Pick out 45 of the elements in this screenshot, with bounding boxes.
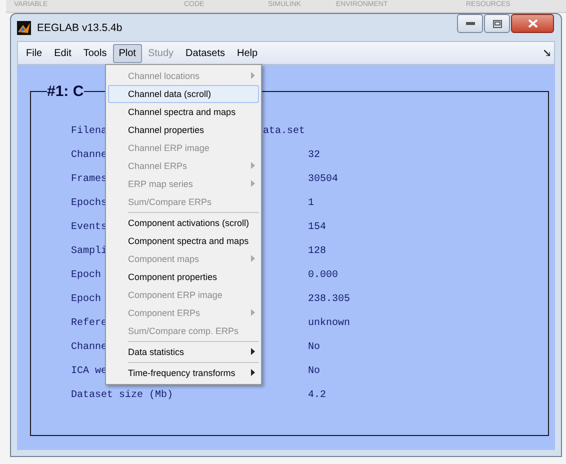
field-value: No (308, 342, 320, 352)
menu-item[interactable]: File (20, 44, 48, 62)
menu-item[interactable]: Channel data (scroll) (108, 85, 259, 103)
menu-item[interactable]: Datasets (180, 44, 231, 62)
app-logo-icon (17, 20, 31, 34)
field-label: Channe (71, 150, 108, 160)
field-label: Sampli (71, 246, 108, 256)
menu-item[interactable]: Channel properties (108, 121, 259, 139)
field-label: Frames (71, 174, 108, 184)
field-label: Events (71, 222, 108, 232)
menu-item[interactable]: Data statistics (108, 343, 259, 361)
field-value: 1 (308, 198, 314, 208)
menu-item[interactable]: Tools (77, 44, 113, 62)
minimize-icon (466, 22, 474, 26)
field-value: No (308, 366, 320, 376)
menu-item[interactable]: Component properties (108, 268, 259, 286)
minimize-button[interactable] (457, 14, 483, 33)
field-value: unknown (308, 318, 350, 328)
dock-arrow-icon[interactable] (544, 50, 550, 56)
menu-item[interactable]: Plot (112, 44, 142, 62)
menu-item[interactable]: Help (231, 44, 264, 62)
field-value: 30504 (308, 174, 338, 184)
field-value: 0.000 (308, 270, 338, 280)
field-label: ata.set (263, 126, 306, 136)
menu-item[interactable]: Channel spectra and maps (108, 103, 259, 121)
field-value: 32 (308, 150, 320, 160)
close-button[interactable] (511, 14, 554, 33)
field-value: 4.2 (308, 390, 326, 400)
close-icon (528, 19, 538, 28)
menu-item[interactable]: Edit (48, 44, 78, 62)
dataset-heading: #1: C (47, 83, 84, 100)
window-title: EEGLAB v13.5.4b (37, 22, 122, 34)
menu-item[interactable]: Component spectra and maps (108, 232, 259, 250)
field-label: Epoch (71, 294, 102, 304)
field-label: Epochs (71, 198, 108, 208)
field-label: Channe (71, 342, 108, 352)
field-label: Epoch (71, 270, 102, 280)
field-value: 154 (308, 222, 326, 232)
menu-item[interactable]: Component activations (scroll) (108, 214, 259, 232)
maximize-button[interactable] (484, 14, 510, 33)
maximize-icon (492, 20, 502, 28)
field-value: 238.305 (308, 294, 350, 304)
field-value: 128 (308, 246, 326, 256)
menu-item[interactable]: Time-frequency transforms (108, 364, 259, 382)
field-label: Dataset size (Mb) (71, 390, 174, 400)
